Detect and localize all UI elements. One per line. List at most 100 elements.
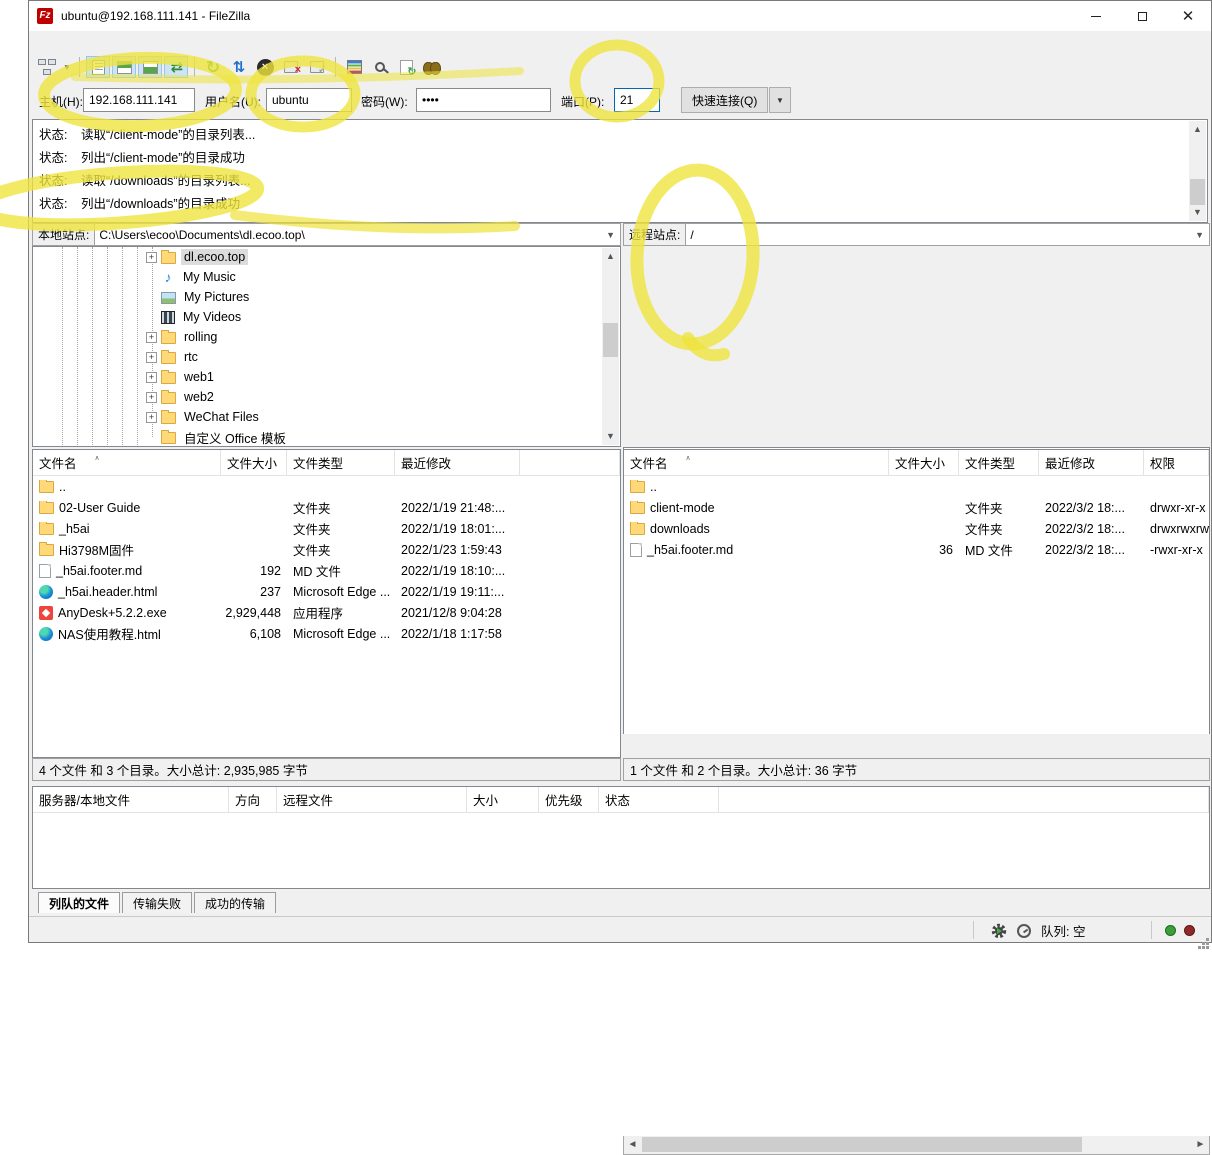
tree-item[interactable]: web2	[33, 387, 620, 407]
scroll-right-icon[interactable]: ►	[1192, 1136, 1209, 1154]
tree-expander[interactable]	[146, 392, 157, 403]
quickconnect-dropdown[interactable]: ▼	[769, 87, 791, 113]
reconnect-button[interactable]: ✓	[305, 56, 329, 78]
column-header[interactable]: 文件名 ∧	[33, 450, 221, 475]
tree-item[interactable]: ♪ My Music	[33, 267, 620, 287]
tree-expander[interactable]	[146, 252, 157, 263]
site-manager-button[interactable]	[35, 56, 59, 78]
scroll-up-icon[interactable]: ▲	[1189, 121, 1206, 138]
host-input[interactable]	[83, 88, 195, 112]
scroll-down-icon[interactable]: ▼	[1189, 204, 1206, 221]
column-header[interactable]: 文件大小	[221, 450, 287, 475]
gear-icon[interactable]	[991, 923, 1007, 939]
menu-item[interactable]	[61, 40, 75, 44]
toggle-log-button[interactable]	[86, 56, 110, 78]
file-row[interactable]: _h5ai 文件夹 2022/1/19 18:01:...	[33, 518, 620, 539]
column-header[interactable]: 远程文件	[277, 787, 467, 812]
menu-item[interactable]	[33, 40, 47, 44]
file-row[interactable]: NAS使用教程.html 6,108 Microsoft Edge ... 20…	[33, 623, 620, 644]
scroll-down-icon[interactable]: ▼	[602, 428, 619, 445]
file-row[interactable]: ..	[33, 476, 620, 497]
column-header[interactable]: 服务器/本地文件	[33, 787, 229, 812]
scroll-thumb[interactable]	[642, 1137, 1082, 1152]
site-manager-dropdown[interactable]: ▼	[61, 56, 73, 78]
column-header[interactable]: 最近修改	[1039, 450, 1144, 475]
file-row[interactable]: _h5ai.footer.md 192 MD 文件 2022/1/19 18:1…	[33, 560, 620, 581]
remote-site-combobox[interactable]: / ▼	[686, 224, 1209, 245]
local-tree-scrollbar[interactable]: ▲ ▼	[602, 248, 619, 445]
tree-expander[interactable]	[146, 272, 157, 283]
toggle-remote-tree-button[interactable]	[138, 56, 162, 78]
tree-item[interactable]: My Videos	[33, 307, 620, 327]
chevron-down-icon[interactable]: ▼	[606, 230, 615, 240]
tree-item[interactable]: rtc	[33, 347, 620, 367]
tree-expander[interactable]	[146, 332, 157, 343]
tree-item[interactable]: 自定义 Office 模板	[33, 427, 620, 447]
tree-item[interactable]: web1	[33, 367, 620, 387]
file-row[interactable]: ..	[624, 476, 1209, 497]
toggle-local-tree-button[interactable]	[112, 56, 136, 78]
refresh-button[interactable]: ↻	[201, 56, 225, 78]
column-header[interactable]: 权限	[1144, 450, 1209, 475]
tree-expander[interactable]	[146, 312, 157, 323]
log-scrollbar[interactable]: ▲ ▼	[1189, 121, 1206, 221]
sync-browsing-button[interactable]	[394, 56, 418, 78]
port-input[interactable]	[614, 88, 660, 112]
tree-item[interactable]: rolling	[33, 327, 620, 347]
resize-grip[interactable]	[1206, 938, 1209, 941]
tree-expander[interactable]	[146, 412, 157, 423]
column-header[interactable]: 文件类型	[287, 450, 395, 475]
tree-expander[interactable]	[146, 292, 157, 303]
column-header[interactable]	[719, 787, 1209, 812]
column-header[interactable]: 大小	[467, 787, 539, 812]
process-queue-button[interactable]: ⇅	[227, 56, 251, 78]
queue-tab[interactable]: 传输失败	[122, 892, 192, 913]
password-input[interactable]	[416, 88, 551, 112]
scroll-thumb[interactable]	[603, 323, 618, 357]
file-row[interactable]: Hi3798M固件 文件夹 2022/1/23 1:59:43	[33, 539, 620, 560]
menu-item[interactable]	[89, 40, 103, 44]
menu-item[interactable]	[47, 40, 61, 44]
tree-item[interactable]: My Pictures	[33, 287, 620, 307]
scroll-left-icon[interactable]: ◄	[624, 1136, 641, 1154]
remote-horizontal-scrollbar[interactable]: ◄ ►	[623, 1136, 1210, 1155]
menu-item[interactable]	[75, 40, 89, 44]
column-header[interactable]: 优先级	[539, 787, 599, 812]
tree-item[interactable]: dl.ecoo.top	[33, 247, 620, 267]
menu-item[interactable]	[117, 40, 131, 44]
close-button[interactable]: ✕	[1165, 1, 1211, 31]
column-header[interactable]: 文件类型	[959, 450, 1039, 475]
column-header[interactable]: 文件名 ∧	[624, 450, 889, 475]
column-header[interactable]: 状态	[599, 787, 719, 812]
column-header[interactable]	[520, 450, 620, 475]
queue-tab[interactable]: 成功的传输	[194, 892, 276, 913]
file-row[interactable]: _h5ai.header.html 237 Microsoft Edge ...…	[33, 581, 620, 602]
scroll-thumb[interactable]	[1190, 179, 1205, 205]
scroll-up-icon[interactable]: ▲	[602, 248, 619, 265]
username-input[interactable]	[266, 88, 352, 112]
queue-tab[interactable]: 列队的文件	[38, 892, 120, 913]
chevron-down-icon[interactable]: ▼	[1195, 230, 1204, 240]
disconnect-button[interactable]: ×	[279, 56, 303, 78]
minimize-button[interactable]	[1073, 1, 1119, 31]
tree-item[interactable]: WeChat Files	[33, 407, 620, 427]
quickconnect-button[interactable]: 快速连接(Q)	[681, 87, 768, 113]
column-header[interactable]: 文件大小	[889, 450, 959, 475]
file-row[interactable]: 02-User Guide 文件夹 2022/1/19 21:48:...	[33, 497, 620, 518]
cancel-button[interactable]: ×	[253, 56, 277, 78]
tree-expander[interactable]	[146, 372, 157, 383]
column-header[interactable]: 最近修改	[395, 450, 520, 475]
directory-compare-button[interactable]	[342, 56, 366, 78]
column-header[interactable]: 方向	[229, 787, 277, 812]
tree-expander[interactable]	[146, 352, 157, 363]
file-row[interactable]: downloads 文件夹 2022/3/2 18:... drwxrwxrwx	[624, 518, 1209, 539]
maximize-button[interactable]	[1119, 1, 1165, 31]
menu-item[interactable]	[103, 40, 117, 44]
file-row[interactable]: _h5ai.footer.md 36 MD 文件 2022/3/2 18:...…	[624, 539, 1209, 560]
filter-button[interactable]	[420, 56, 444, 78]
speed-limit-icon[interactable]	[1017, 924, 1031, 938]
find-files-button[interactable]	[368, 56, 392, 78]
file-row[interactable]: AnyDesk+5.2.2.exe 2,929,448 应用程序 2021/12…	[33, 602, 620, 623]
file-row[interactable]: client-mode 文件夹 2022/3/2 18:... drwxr-xr…	[624, 497, 1209, 518]
tree-expander[interactable]	[146, 432, 157, 443]
